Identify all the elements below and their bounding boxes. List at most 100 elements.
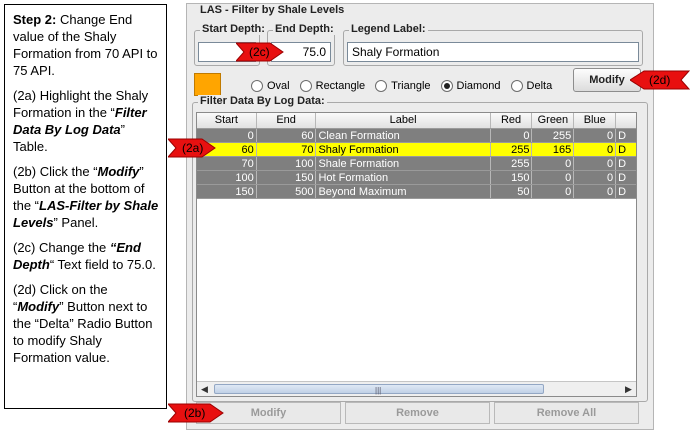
filter-table-label: Filter Data By Log Data: (198, 95, 327, 107)
radio-dot-diamond (440, 80, 453, 92)
cell-start: 150 (197, 185, 257, 198)
radio-dot-delta (510, 80, 523, 92)
las-filter-panel: LAS - Filter by Shale Levels Start Depth… (186, 3, 654, 430)
radio-dot-triangle (375, 80, 388, 92)
radio-label-delta: Delta (526, 80, 553, 92)
cell-blue: 0 (574, 171, 617, 184)
legend-label-field[interactable]: Shaly Formation (347, 42, 639, 62)
cell-red: 150 (491, 171, 533, 184)
cell-green: 0 (532, 185, 575, 198)
radio-label-rectangle: Rectangle (315, 80, 366, 92)
remove-button[interactable]: Remove (345, 402, 490, 424)
radio-label-triangle: Triangle (391, 80, 431, 92)
table-row[interactable]: 70 100 Shale Formation 255 0 0 D (197, 157, 636, 171)
legend-label-label: Legend Label: (349, 23, 428, 35)
table-row[interactable]: 0 60 Clean Formation 0 255 0 D (197, 129, 636, 143)
color-swatch[interactable] (194, 73, 221, 96)
callout-2d-label: (2d) (649, 73, 671, 87)
header-red[interactable]: Red (491, 113, 533, 128)
header-end[interactable]: End (257, 113, 317, 128)
cell-extra: D (618, 172, 627, 184)
step-2a-paragraph: (2a) Highlight the Shaly Formation in th… (13, 87, 160, 155)
remove-all-button[interactable]: Remove All (494, 402, 639, 424)
panel-title: LAS - Filter by Shale Levels (197, 4, 348, 16)
instruction-box: Step 2: Change End value of the Shaly Fo… (4, 4, 167, 409)
cell-red: 255 (491, 157, 533, 170)
step-paragraph: Step 2: Change End value of the Shaly Fo… (13, 11, 160, 79)
cell-label: Shale Formation (316, 157, 491, 170)
text-2b-bold1: Modify (97, 164, 140, 179)
text-2c-2: “ Text field to 75.0. (49, 257, 156, 272)
table-row[interactable]: 150 500 Beyond Maximum 50 0 0 D (197, 185, 636, 199)
cell-label: Beyond Maximum (316, 185, 491, 198)
step-label: Step 2: (13, 12, 57, 27)
radio-dot-rectangle (299, 80, 312, 92)
cell-extra: D (618, 144, 627, 156)
cell-green: 0 (532, 157, 575, 170)
cell-extra: D (618, 186, 627, 198)
text-2b-1: (2b) Click the “ (13, 164, 98, 179)
table-body: 0 60 Clean Formation 0 255 0 D 60 70 Shaly Format… (197, 129, 636, 199)
radio-rectangle[interactable]: Rectangle (299, 80, 366, 92)
text-2d-bold: Modify (17, 299, 60, 314)
cell-blue: 0 (574, 143, 617, 156)
cell-end: 70 (257, 143, 317, 156)
cell-green: 255 (532, 129, 575, 142)
text-2c-1: (2c) Change the (13, 240, 110, 255)
cell-blue: 0 (574, 157, 617, 170)
cell-end: 60 (257, 129, 317, 142)
horizontal-scrollbar[interactable]: ◀ ||| ▶ (197, 381, 636, 396)
header-extra[interactable] (616, 113, 636, 128)
grip-icon: ||| (375, 386, 382, 395)
scroll-left-icon[interactable]: ◀ (197, 382, 212, 396)
radio-delta[interactable]: Delta (510, 80, 553, 92)
radio-oval[interactable]: Oval (251, 80, 290, 92)
radio-diamond[interactable]: Diamond (440, 80, 501, 92)
callout-2a: (2a) (168, 137, 216, 159)
cell-end: 100 (257, 157, 317, 170)
cell-extra: D (618, 130, 627, 142)
cell-label: Shaly Formation (316, 143, 491, 156)
step-2d-paragraph: (2d) Click on the “Modify” Button next t… (13, 281, 160, 366)
header-label[interactable]: Label (316, 113, 491, 128)
callout-2b-label: (2b) (184, 406, 206, 420)
cell-start: 100 (197, 171, 257, 184)
radio-dot-oval (251, 80, 263, 92)
callout-2c: (2c) (236, 41, 284, 63)
cell-red: 0 (491, 129, 533, 142)
callout-2a-label: (2a) (182, 141, 204, 155)
filter-data-table: Start End Label Red Green Blue 0 60 Clean … (196, 112, 637, 397)
radio-label-diamond: Diamond (456, 80, 501, 92)
header-start[interactable]: Start (197, 113, 257, 128)
cell-red: 50 (491, 185, 533, 198)
table-row[interactable]: 100 150 Hot Formation 150 0 0 D (197, 171, 636, 185)
cell-extra: D (618, 158, 627, 170)
scroll-thumb[interactable]: ||| (214, 384, 544, 395)
table-header: Start End Label Red Green Blue (197, 113, 636, 129)
callout-2c-label: (2c) (249, 45, 270, 59)
step-2c-paragraph: (2c) Change the “End Depth“ Text field t… (13, 239, 160, 273)
cell-green: 165 (532, 143, 575, 156)
cell-blue: 0 (574, 185, 617, 198)
cell-red: 255 (491, 143, 533, 156)
table-row[interactable]: 60 70 Shaly Formation 255 165 0 D (197, 143, 636, 157)
shape-radio-group: Oval Rectangle Triangle Diamond Delta (251, 78, 562, 94)
callout-2b: (2b) (168, 402, 224, 424)
start-depth-label: Start Depth: (200, 23, 267, 35)
legend-label-group: Legend Label: Shaly Formation (343, 23, 643, 66)
end-depth-label: End Depth: (273, 23, 336, 35)
header-green[interactable]: Green (532, 113, 575, 128)
radio-triangle[interactable]: Triangle (375, 80, 431, 92)
step-2b-paragraph: (2b) Click the “Modify” Button at the bo… (13, 163, 160, 231)
radio-label-oval: Oval (267, 80, 290, 92)
cell-blue: 0 (574, 129, 617, 142)
cell-label: Clean Formation (316, 129, 491, 142)
callout-2d: (2d) (630, 69, 690, 91)
header-blue[interactable]: Blue (574, 113, 617, 128)
cell-end: 150 (257, 171, 317, 184)
text-2b-3: ” Panel. (53, 215, 99, 230)
cell-label: Hot Formation (316, 171, 491, 184)
scroll-right-icon[interactable]: ▶ (621, 382, 636, 396)
cell-green: 0 (532, 171, 575, 184)
cell-end: 500 (257, 185, 317, 198)
